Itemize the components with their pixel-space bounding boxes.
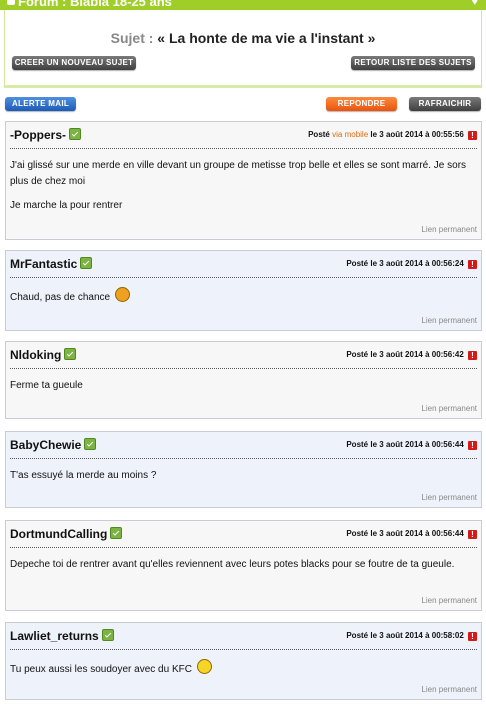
report-alert-icon[interactable]: ! — [468, 530, 477, 539]
permalink-link[interactable]: Lien permanent — [421, 316, 477, 325]
mail-alert-button[interactable]: ALERTE MAIL — [5, 97, 76, 111]
post-item: BabyChewie Posté le 3 août 2014 à 00:56:… — [5, 431, 482, 508]
posted-label: Posté — [346, 259, 369, 268]
posted-label: Posté — [346, 529, 369, 538]
post-body: T'as essuyé la merde au moins ? — [10, 468, 475, 492]
post-divider — [10, 547, 477, 548]
post-item: MrFantastic Posté le 3 août 2014 à 00:56… — [5, 250, 482, 331]
online-status-icon — [80, 257, 93, 269]
post-divider — [10, 148, 477, 149]
author-name[interactable]: -Poppers- — [10, 128, 66, 142]
post-meta: Posté le 3 août 2014 à 00:56:44 ! — [346, 529, 477, 539]
post-text: Chaud, pas de chance — [10, 292, 111, 303]
post-author[interactable]: MrFantastic — [10, 257, 93, 271]
report-alert-icon[interactable]: ! — [468, 131, 477, 140]
post-body: J'ai glissé sur une merde en ville devan… — [10, 158, 475, 222]
online-status-icon — [101, 629, 114, 641]
post-divider — [10, 458, 477, 459]
report-alert-icon[interactable]: ! — [468, 441, 477, 450]
post-text: T'as essuyé la merde au moins ? — [10, 470, 157, 481]
posted-label: Posté — [308, 130, 330, 139]
post-item: Nldoking Posté le 3 août 2014 à 00:56:42… — [5, 341, 482, 419]
online-status-icon — [84, 438, 97, 450]
post-date: le 3 août 2014 à 00:56:44 — [370, 529, 464, 538]
create-topic-button[interactable]: CREER UN NOUVEAU SUJET — [12, 56, 136, 70]
post-date: le 3 août 2014 à 00:56:24 — [370, 259, 464, 268]
post-author[interactable]: Nldoking — [10, 348, 77, 362]
online-status-icon — [110, 527, 123, 539]
forum-header-bar: Forum : Blabla 18-25 ans ♥ — [0, 0, 486, 10]
posted-label: Posté — [346, 631, 369, 640]
forum-title-text: Forum : Blabla 18-25 ans — [18, 0, 172, 9]
post-date: le 3 août 2014 à 00:56:42 — [370, 350, 464, 359]
subject-label: Sujet : — [110, 30, 154, 46]
post-author[interactable]: -Poppers- — [10, 128, 82, 142]
post-date: le 3 août 2014 à 00:56:44 — [370, 440, 464, 449]
permalink-link[interactable]: Lien permanent — [421, 685, 477, 694]
post-body: Depeche toi de rentrer avant qu'elles re… — [10, 557, 475, 581]
post-meta: Posté le 3 août 2014 à 00:58:02 ! — [346, 631, 477, 641]
author-name[interactable]: MrFantastic — [10, 257, 77, 271]
author-name[interactable]: BabyChewie — [10, 438, 81, 452]
post-meta: Posté via mobile le 3 août 2014 à 00:55:… — [308, 130, 477, 140]
angry-smiley-icon — [114, 287, 130, 302]
post-item: DortmundCalling Posté le 3 août 2014 à 0… — [5, 520, 482, 611]
post-author[interactable]: BabyChewie — [10, 438, 97, 452]
forum-icon — [7, 0, 15, 5]
permalink-link[interactable]: Lien permanent — [421, 596, 477, 605]
post-divider — [10, 277, 477, 278]
post-meta: Posté le 3 août 2014 à 00:56:24 ! — [346, 259, 477, 269]
post-meta: Posté le 3 août 2014 à 00:56:44 ! — [346, 440, 477, 450]
permalink-link[interactable]: Lien permanent — [421, 225, 477, 234]
post-text: J'ai glissé sur une merde en ville devan… — [10, 160, 467, 187]
forum-title[interactable]: Forum : Blabla 18-25 ans — [7, 0, 172, 9]
permalink-link[interactable]: Lien permanent — [421, 493, 477, 502]
report-alert-icon[interactable]: ! — [468, 632, 477, 641]
post-text: Tu peux aussi les soudoyer avec du KFC — [10, 664, 192, 675]
post-body: Chaud, pas de chance — [10, 287, 475, 314]
smile-smiley-icon — [196, 659, 212, 674]
post-text: Ferme ta gueule — [10, 380, 83, 391]
post-divider — [10, 649, 477, 650]
report-alert-icon[interactable]: ! — [468, 351, 477, 360]
author-name[interactable]: Lawliet_returns — [10, 629, 99, 643]
back-to-list-button[interactable]: RETOUR LISTE DES SUJETS — [351, 56, 475, 70]
post-body: Ferme ta gueule — [10, 378, 475, 402]
post-author[interactable]: Lawliet_returns — [10, 629, 114, 643]
permalink-link[interactable]: Lien permanent — [421, 404, 477, 413]
post-date: le 3 août 2014 à 00:55:56 — [370, 130, 464, 139]
subject-title: « La honte de ma vie a l'instant » — [157, 30, 376, 46]
via-mobile-link[interactable]: via mobile — [332, 130, 368, 139]
posted-label: Posté — [346, 440, 369, 449]
post-date: le 3 août 2014 à 00:58:02 — [370, 631, 464, 640]
heart-icon[interactable]: ♥ — [471, 0, 478, 8]
post-meta: Posté le 3 août 2014 à 00:56:42 ! — [346, 350, 477, 360]
post-author[interactable]: DortmundCalling — [10, 527, 123, 541]
refresh-button[interactable]: RAFRAICHIR — [409, 97, 481, 111]
online-status-icon — [64, 348, 77, 360]
post-item: Lawliet_returns Posté le 3 août 2014 à 0… — [5, 622, 482, 700]
post-item: -Poppers- Posté via mobile le 3 août 201… — [5, 121, 482, 240]
post-text: Depeche toi de rentrer avant qu'elles re… — [10, 559, 455, 570]
subject-box: Sujet : « La honte de ma vie a l'instant… — [4, 10, 482, 88]
post-text: Je marche la pour rentrer — [10, 200, 123, 211]
author-name[interactable]: DortmundCalling — [10, 527, 107, 541]
page-title: Sujet : « La honte de ma vie a l'instant… — [5, 30, 481, 46]
reply-button[interactable]: REPONDRE — [326, 97, 397, 111]
author-name[interactable]: Nldoking — [10, 348, 61, 362]
post-divider — [10, 368, 477, 369]
posted-label: Posté — [346, 350, 369, 359]
post-body: Tu peux aussi les soudoyer avec du KFC — [10, 659, 475, 686]
online-status-icon — [69, 128, 82, 140]
report-alert-icon[interactable]: ! — [468, 260, 477, 269]
